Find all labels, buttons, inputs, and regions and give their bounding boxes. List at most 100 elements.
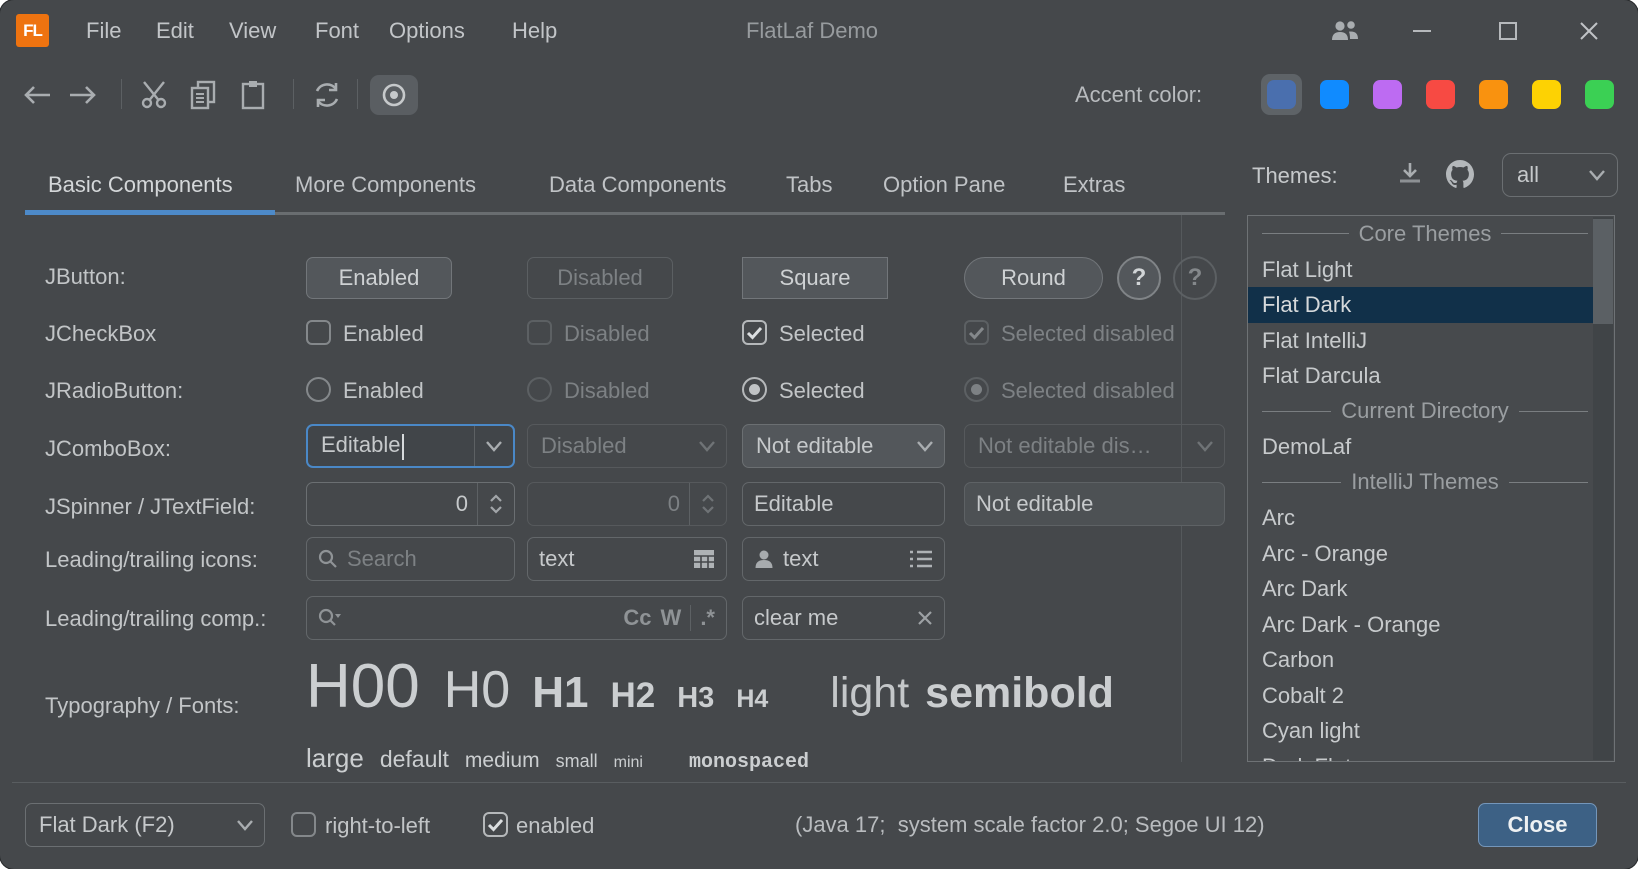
users-button[interactable] xyxy=(1328,14,1362,48)
inspect-toggle-button[interactable] xyxy=(370,75,418,115)
checkbox-selected-label[interactable]: Selected xyxy=(779,321,865,347)
theme-item-cobalt-2[interactable]: Cobalt 2 xyxy=(1248,678,1614,714)
combobox-editable[interactable]: Editable xyxy=(306,424,515,468)
theme-item-dark-flat[interactable]: Dark Flat xyxy=(1248,749,1614,763)
whole-words-button[interactable]: W xyxy=(661,605,682,631)
tab-tabs[interactable]: Tabs xyxy=(786,172,832,198)
theme-item-arc-dark[interactable]: Arc Dark xyxy=(1248,571,1614,607)
theme-item-flat-darcula[interactable]: Flat Darcula xyxy=(1248,358,1614,394)
tab-basic-components[interactable]: Basic Components xyxy=(48,172,233,198)
accent-swatch-yellow[interactable] xyxy=(1532,80,1561,109)
accent-swatch-orange[interactable] xyxy=(1479,80,1508,109)
checkmark-icon xyxy=(968,326,985,340)
tab-data-components[interactable]: Data Components xyxy=(549,172,726,198)
theme-item-arc-dark-orange[interactable]: Arc Dark - Orange xyxy=(1248,607,1614,643)
menu-edit[interactable]: Edit xyxy=(156,18,194,44)
clearable-field-value[interactable]: clear me xyxy=(754,605,908,631)
menu-help[interactable]: Help xyxy=(512,18,557,44)
theme-item-flat-intellij[interactable]: Flat IntelliJ xyxy=(1248,323,1614,359)
tab-option-pane[interactable]: Option Pane xyxy=(883,172,1005,198)
rtl-checkbox-label[interactable]: right-to-left xyxy=(325,813,430,839)
textfield-value[interactable]: Editable xyxy=(754,491,933,517)
copy-icon xyxy=(189,80,217,110)
theme-item-flat-light[interactable]: Flat Light xyxy=(1248,252,1614,288)
accent-swatch-blue[interactable] xyxy=(1320,80,1349,109)
theme-item-cyan-light[interactable]: Cyan light xyxy=(1248,713,1614,749)
regex-button[interactable]: .* xyxy=(700,605,715,631)
tab-extras[interactable]: Extras xyxy=(1063,172,1125,198)
theme-group-separator: Core Themes xyxy=(1248,216,1614,252)
checkbox-enabled-label[interactable]: Enabled xyxy=(343,321,424,347)
chevron-down-icon[interactable] xyxy=(474,426,513,466)
themes-scrollbar[interactable] xyxy=(1593,217,1613,760)
rtl-checkbox[interactable] xyxy=(291,812,316,837)
match-case-button[interactable]: Cc xyxy=(623,605,651,631)
theme-item-flat-dark[interactable]: Flat Dark xyxy=(1248,287,1594,323)
spinner-arrows xyxy=(689,483,726,525)
textfield-user-list[interactable]: text xyxy=(742,537,945,581)
menu-font[interactable]: Font xyxy=(315,18,359,44)
themes-filter-combobox[interactable]: all xyxy=(1502,153,1618,197)
cut-button[interactable] xyxy=(138,78,172,112)
checkbox-enabled[interactable] xyxy=(306,320,331,345)
paste-button[interactable] xyxy=(236,78,270,112)
refresh-button[interactable] xyxy=(310,78,344,112)
jcheckbox-label: JCheckBox xyxy=(45,321,156,347)
eye-icon xyxy=(379,82,409,108)
accent-swatch-green[interactable] xyxy=(1585,80,1614,109)
font-default-sample: default xyxy=(380,748,449,771)
theme-item-carbon[interactable]: Carbon xyxy=(1248,642,1614,678)
search-placeholder[interactable]: Search xyxy=(347,546,503,572)
lookandfeel-combobox[interactable]: Flat Dark (F2) xyxy=(25,803,265,847)
accent-swatch-purple[interactable] xyxy=(1373,80,1402,109)
checkbox-disabled-label: Disabled xyxy=(564,321,650,347)
textfield-value[interactable]: text xyxy=(783,546,900,572)
radio-enabled[interactable] xyxy=(306,377,331,402)
maximize-button[interactable] xyxy=(1491,14,1525,48)
menu-file[interactable]: File xyxy=(86,18,121,44)
minimize-button[interactable] xyxy=(1405,14,1439,48)
theme-item-arc-orange[interactable]: Arc - Orange xyxy=(1248,536,1614,572)
spinner-value[interactable]: 0 xyxy=(318,491,468,517)
forward-button[interactable] xyxy=(66,78,100,112)
back-button[interactable] xyxy=(20,78,54,112)
enabled-button[interactable]: Enabled xyxy=(306,257,452,299)
enabled-checkbox-label[interactable]: enabled xyxy=(516,813,594,839)
chevron-up-icon xyxy=(701,494,715,503)
leading-icons-label: Leading/trailing icons: xyxy=(45,547,258,573)
theme-item-demolaf[interactable]: DemoLaf xyxy=(1248,429,1614,465)
close-window-button[interactable] xyxy=(1572,14,1606,48)
radio-selected[interactable] xyxy=(742,377,767,402)
tab-more-components[interactable]: More Components xyxy=(295,172,476,198)
search-field-with-options[interactable]: Cc W .* xyxy=(306,596,727,640)
help-button[interactable]: ? xyxy=(1117,256,1161,300)
accent-swatch-red[interactable] xyxy=(1426,80,1455,109)
spinner-arrows[interactable] xyxy=(477,483,514,525)
spinner-enabled[interactable]: 0 xyxy=(306,482,515,526)
copy-button[interactable] xyxy=(186,78,220,112)
themes-scrollbar-thumb[interactable] xyxy=(1593,219,1613,324)
round-button[interactable]: Round xyxy=(964,257,1103,299)
radio-selected-label[interactable]: Selected xyxy=(779,378,865,404)
search-field[interactable]: Search xyxy=(306,537,515,581)
search-with-menu-icon[interactable] xyxy=(318,608,342,628)
textfield-value[interactable]: text xyxy=(539,546,684,572)
square-button[interactable]: Square xyxy=(742,257,888,299)
menu-view[interactable]: View xyxy=(229,18,276,44)
theme-item-arc[interactable]: Arc xyxy=(1248,500,1614,536)
accent-swatch-default[interactable] xyxy=(1267,80,1296,109)
selected-tab-underline xyxy=(25,210,275,215)
checkbox-selected[interactable] xyxy=(742,320,767,345)
enabled-checkbox[interactable] xyxy=(483,812,508,837)
menu-options[interactable]: Options xyxy=(389,18,465,44)
download-themes-button[interactable] xyxy=(1396,160,1424,188)
clear-icon[interactable] xyxy=(917,610,933,626)
close-button[interactable]: Close xyxy=(1478,803,1597,847)
radio-enabled-label[interactable]: Enabled xyxy=(343,378,424,404)
clearable-field[interactable]: clear me xyxy=(742,596,945,640)
github-button[interactable] xyxy=(1444,158,1476,190)
combobox-not-editable[interactable]: Not editable xyxy=(742,424,945,468)
textfield-editable[interactable]: Editable xyxy=(742,482,945,526)
textfield-calendar[interactable]: text xyxy=(527,537,727,581)
status-text: (Java 17; system scale factor 2.0; Segoe… xyxy=(795,812,1265,838)
